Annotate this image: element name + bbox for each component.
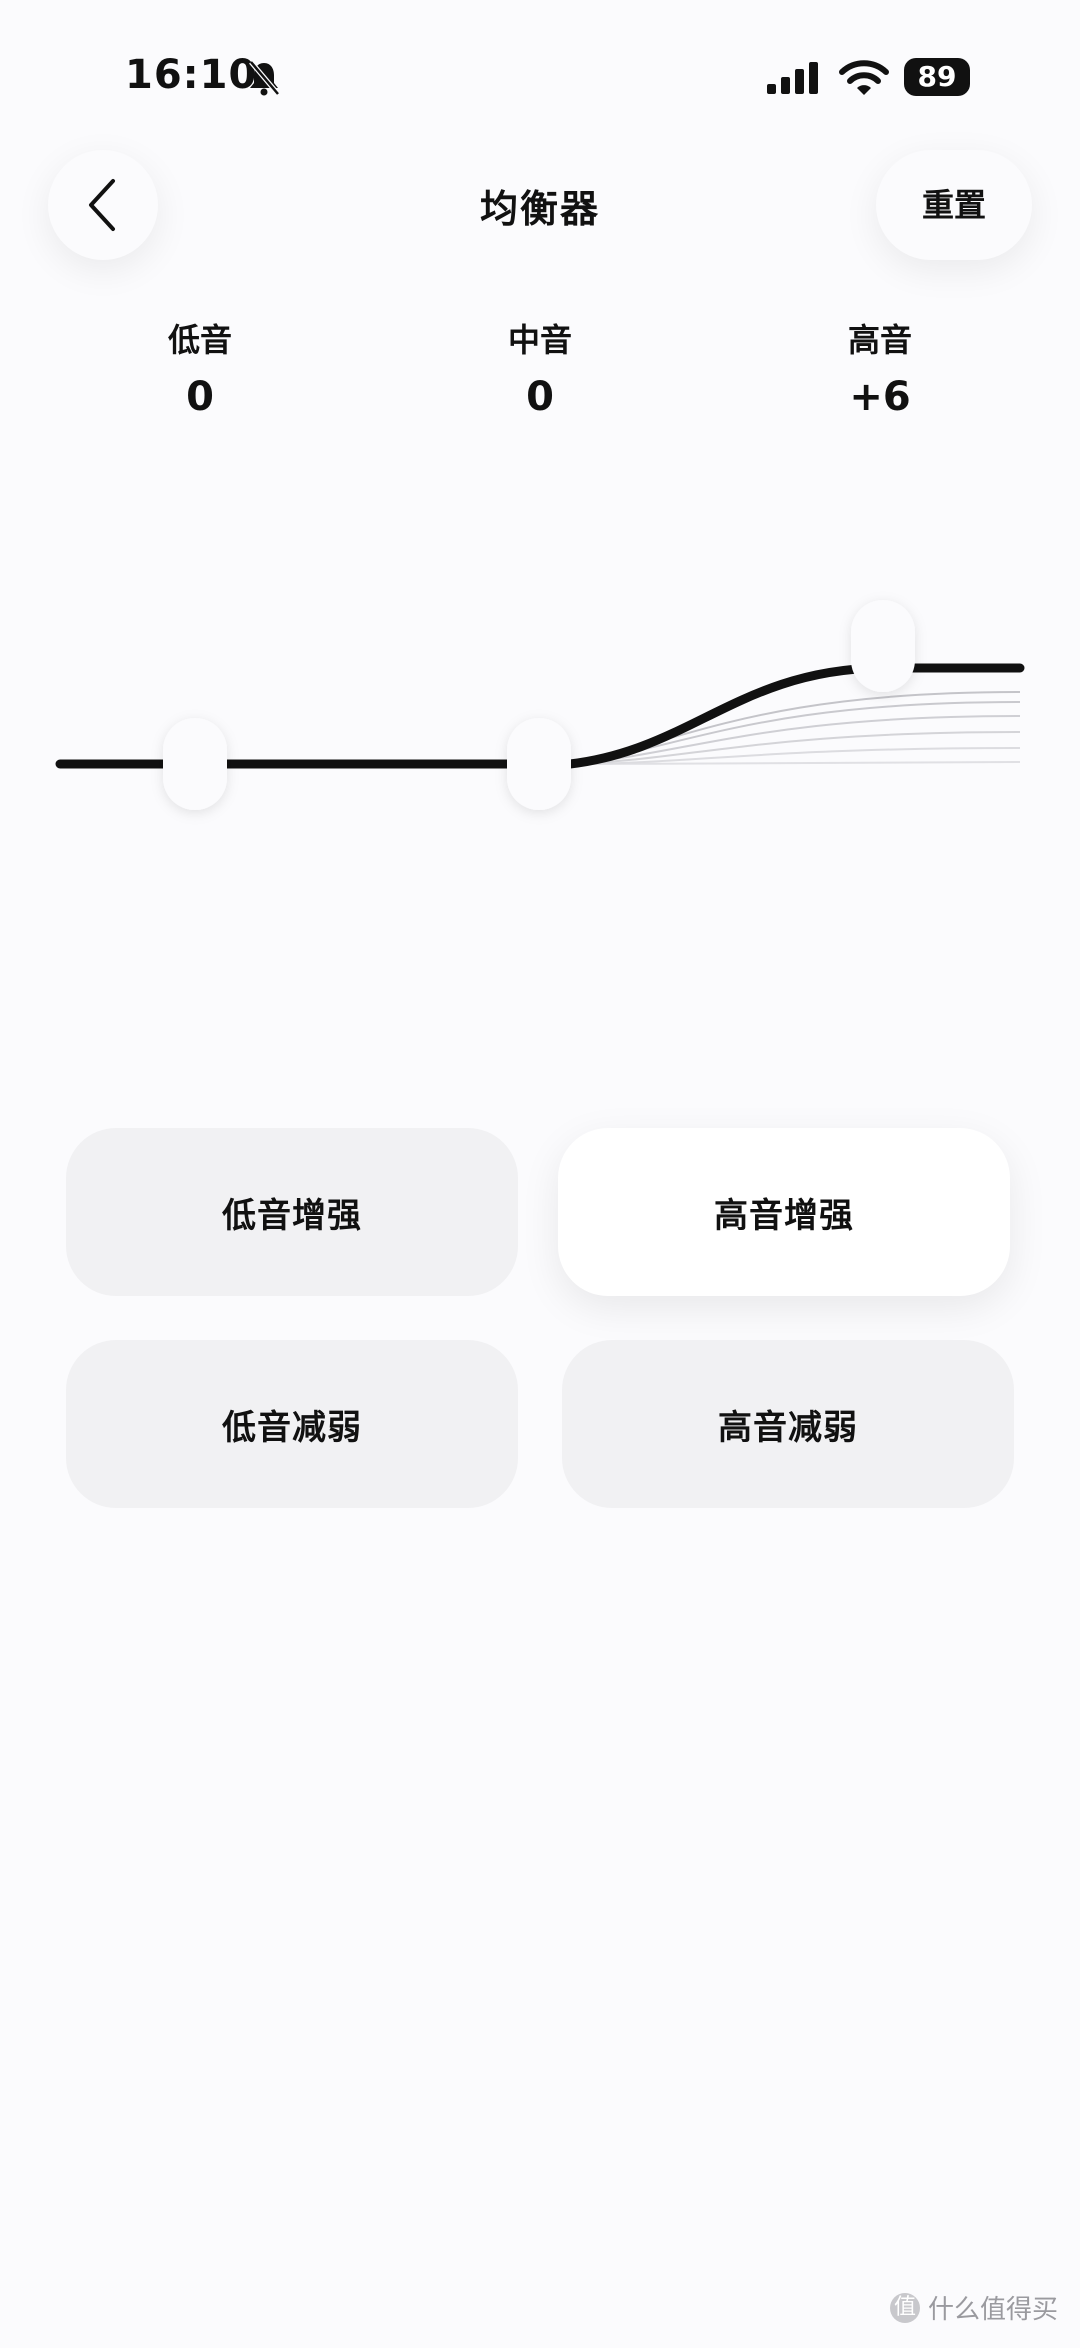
status-time: 16:10 xyxy=(125,52,258,98)
band-label: 高音 xyxy=(847,321,912,359)
band-mid: 中音 0 xyxy=(440,318,640,422)
preset-bass-boost[interactable]: 低音增强 xyxy=(66,1128,518,1296)
band-value: +6 xyxy=(849,374,911,420)
band-bass: 低音 0 xyxy=(100,318,300,422)
band-treble: 高音 +6 xyxy=(780,318,980,422)
cellular-signal-icon xyxy=(767,62,818,94)
eq-ghost-curves xyxy=(569,691,1021,765)
bell-muted-icon xyxy=(249,60,280,96)
watermark-text: 什么值得买 xyxy=(927,2295,1058,2325)
mid-slider-knob[interactable] xyxy=(507,718,571,810)
preset-bass-reduce[interactable]: 低音减弱 xyxy=(66,1340,518,1508)
band-value: 0 xyxy=(186,374,214,420)
band-value: 0 xyxy=(526,374,554,420)
preset-treble-boost[interactable]: 高音增强 xyxy=(558,1128,1010,1296)
band-label: 中音 xyxy=(507,321,572,359)
preset-treble-reduce[interactable]: 高音减弱 xyxy=(562,1340,1014,1508)
status-bar: 16:10 89 xyxy=(0,0,1080,150)
watermark: 值 什么值得买 xyxy=(889,2289,1058,2326)
treble-slider-knob[interactable] xyxy=(851,600,915,692)
band-label: 低音 xyxy=(167,321,232,359)
page-title: 均衡器 xyxy=(479,187,600,231)
battery-indicator: 89 xyxy=(904,58,970,96)
back-button[interactable] xyxy=(48,150,158,260)
wifi-icon xyxy=(839,60,889,95)
chevron-left-icon xyxy=(89,179,115,231)
reset-button[interactable]: 重置 xyxy=(876,150,1032,260)
eq-curve[interactable] xyxy=(0,560,1080,860)
watermark-logo: 值 xyxy=(889,2292,920,2323)
bass-slider-knob[interactable] xyxy=(163,718,227,810)
equalizer-screen: 16:10 89 均衡器 重置 低音 0 中音 0 高音 +6 低音增强 高音增… xyxy=(0,0,1080,2348)
